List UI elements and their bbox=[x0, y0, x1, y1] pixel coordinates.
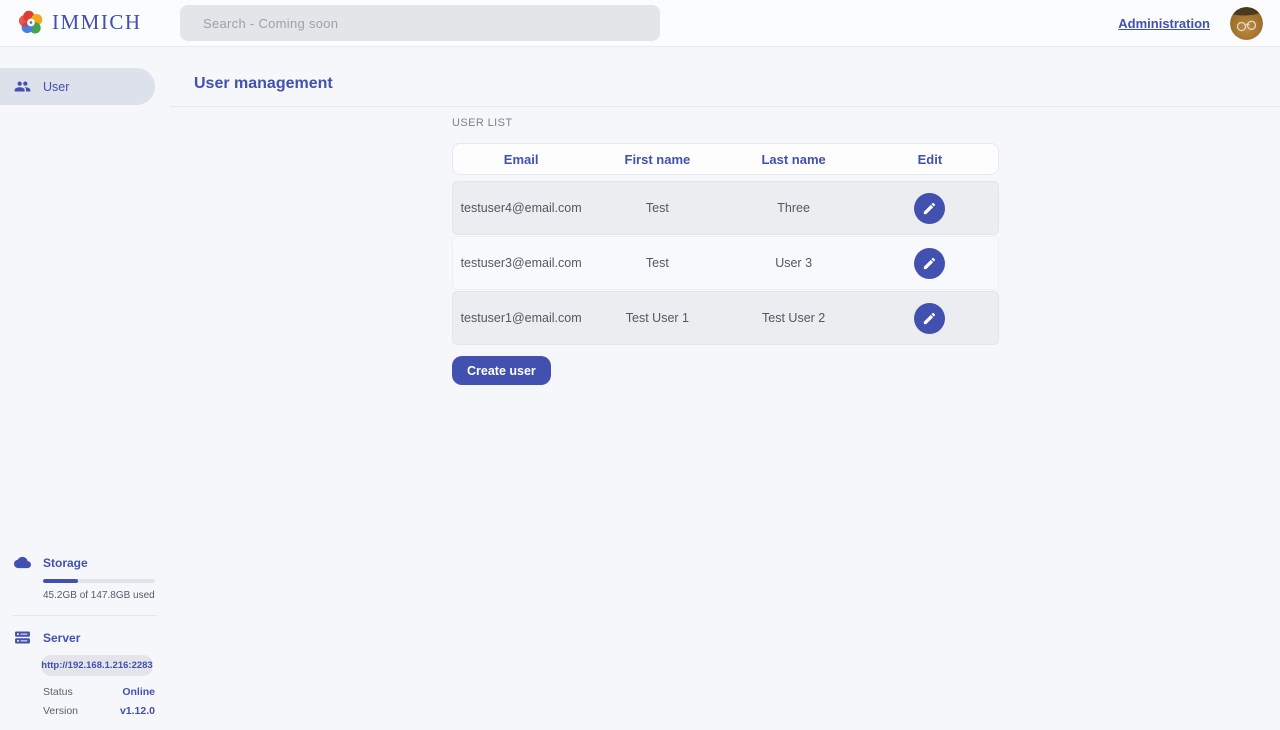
table-row: testuser3@email.com Test User 3 bbox=[452, 236, 999, 290]
administration-link[interactable]: Administration bbox=[1118, 16, 1210, 31]
cell-first-name: Test bbox=[589, 201, 725, 215]
storage-header: Storage bbox=[14, 554, 155, 571]
pencil-icon bbox=[922, 256, 937, 271]
status-value: Online bbox=[122, 686, 155, 698]
edit-user-button[interactable] bbox=[914, 303, 945, 334]
storage-progress-bar bbox=[43, 579, 155, 583]
pencil-icon bbox=[922, 311, 937, 326]
server-icon bbox=[14, 629, 31, 646]
immich-logo[interactable]: IMMICH bbox=[18, 9, 142, 36]
logo-text: IMMICH bbox=[52, 10, 142, 35]
table-row: testuser4@email.com Test Three bbox=[452, 181, 999, 235]
status-label: Status bbox=[43, 686, 73, 698]
server-version-row: Version v1.12.0 bbox=[43, 705, 155, 717]
user-avatar[interactable] bbox=[1230, 7, 1263, 40]
cell-email: testuser3@email.com bbox=[453, 256, 589, 270]
cell-first-name: Test bbox=[589, 256, 725, 270]
storage-progress-fill bbox=[43, 579, 78, 583]
sidebar: User Storage 45.2GB of 147.8GB used Serv… bbox=[0, 47, 170, 730]
server-url-chip: http://192.168.1.216:2283 bbox=[41, 655, 153, 676]
version-value: v1.12.0 bbox=[120, 705, 155, 717]
pencil-icon bbox=[922, 201, 937, 216]
sidebar-item-user[interactable]: User bbox=[0, 68, 155, 105]
column-header-first-name: First name bbox=[589, 152, 725, 167]
page-title: User management bbox=[194, 75, 333, 93]
people-icon bbox=[14, 78, 31, 95]
cell-first-name: Test User 1 bbox=[589, 311, 725, 325]
sidebar-item-user-label: User bbox=[43, 80, 69, 94]
server-status-row: Status Online bbox=[43, 686, 155, 698]
cell-last-name: Three bbox=[726, 201, 862, 215]
title-divider bbox=[170, 106, 1280, 107]
create-user-button[interactable]: Create user bbox=[452, 356, 551, 385]
version-label: Version bbox=[43, 705, 78, 717]
main-content: User management USER LIST Email First na… bbox=[170, 47, 1280, 730]
cell-last-name: User 3 bbox=[726, 256, 862, 270]
table-header-row: Email First name Last name Edit bbox=[452, 143, 999, 175]
topbar-right: Administration bbox=[1118, 0, 1263, 47]
immich-flower-icon bbox=[18, 9, 45, 36]
storage-usage-text: 45.2GB of 147.8GB used bbox=[43, 590, 155, 601]
column-header-edit: Edit bbox=[862, 152, 998, 167]
column-header-email: Email bbox=[453, 152, 589, 167]
cloud-icon bbox=[14, 554, 31, 571]
cell-last-name: Test User 2 bbox=[726, 311, 862, 325]
storage-title: Storage bbox=[43, 556, 88, 570]
table-row: testuser1@email.com Test User 1 Test Use… bbox=[452, 291, 999, 345]
user-list-section: USER LIST Email First name Last name Edi… bbox=[452, 117, 999, 385]
cell-email: testuser1@email.com bbox=[453, 311, 589, 325]
cell-email: testuser4@email.com bbox=[453, 201, 589, 215]
edit-user-button[interactable] bbox=[914, 248, 945, 279]
sidebar-status-panel: Storage 45.2GB of 147.8GB used Server ht… bbox=[14, 554, 155, 717]
server-header: Server bbox=[14, 629, 155, 646]
search-input[interactable] bbox=[180, 5, 660, 41]
section-label: USER LIST bbox=[452, 117, 999, 129]
server-title: Server bbox=[43, 631, 80, 645]
sidebar-divider bbox=[12, 615, 157, 616]
edit-user-button[interactable] bbox=[914, 193, 945, 224]
top-bar: IMMICH Administration bbox=[0, 0, 1280, 47]
column-header-last-name: Last name bbox=[726, 152, 862, 167]
